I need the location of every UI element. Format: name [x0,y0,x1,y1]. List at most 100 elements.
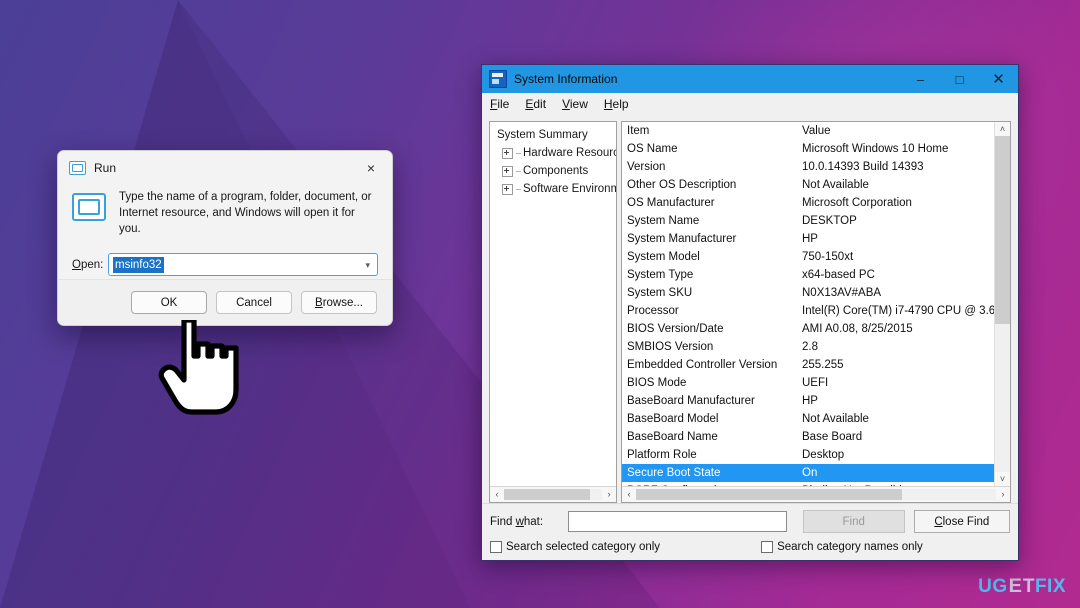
expand-plus-icon[interactable] [502,183,513,195]
tree-item-hardware-resources[interactable]: Hardware Resources [494,144,616,162]
details-list-rows[interactable]: Item Value OS Name Microsoft Windows 10 Hom… [622,122,994,486]
row-value-cell: HP [802,233,818,245]
tree-horizontal-scrollbar[interactable]: ‹ › [490,486,616,502]
row-item-cell: System Manufacturer [627,233,737,245]
expand-plus-icon[interactable] [502,147,513,159]
row-item-cell: Other OS Description [627,179,737,191]
details-horizontal-scrollbar[interactable]: ‹ › [622,486,1010,502]
row-value-cell: Not Available [802,179,869,191]
row-value-cell: Desktop [802,449,845,461]
table-row[interactable]: Embedded Controller Version 255.255 [622,356,994,374]
table-row[interactable]: OS Name Microsoft Windows 10 Home [622,140,994,158]
close-button[interactable]: ✕ [979,65,1018,93]
browse-rest: rowse... [322,296,363,309]
details-vertical-scrollbar[interactable]: ˄ ˅ [994,122,1010,486]
details-column-header[interactable]: Item Value [622,122,994,140]
menu-view-rest: iew [569,97,588,111]
search-category-names-label: Search category names only [777,541,923,553]
find-options-row: Search selected category only Search cat… [490,541,1010,553]
table-row[interactable]: Other OS Description Not Available [622,176,994,194]
details-scroll-up-arrow[interactable]: ˄ [995,122,1010,136]
run-button-row: OK Cancel Browse... [58,279,392,325]
table-row[interactable]: BIOS Version/Date AMI A0.08, 8/25/2015 [622,320,994,338]
table-row[interactable]: SMBIOS Version 2.8 [622,338,994,356]
row-value-cell: Not Available [802,413,869,425]
run-dialog: Run × Type the name of a program, folder… [57,150,393,326]
find-input[interactable] [568,511,787,532]
details-scroll-right-arrow[interactable]: › [996,490,1010,499]
tree-item-system-summary[interactable]: System Summary [494,126,616,144]
close-find-button[interactable]: Close Find [913,510,1010,533]
tree-item-software-environment[interactable]: Software Environment [494,180,616,198]
watermark-t: T [1022,576,1035,597]
menu-edit[interactable]: Edit [525,97,546,111]
sysinfo-titlebar[interactable]: System Information – □ ✕ [482,65,1018,93]
tree-scroll-right-arrow[interactable]: › [602,490,616,499]
find-button[interactable]: Find [802,510,905,533]
table-row[interactable]: BaseBoard Model Not Available [622,410,994,428]
table-row[interactable]: BaseBoard Name Base Board [622,428,994,446]
table-row[interactable]: System Type x64-based PC [622,266,994,284]
table-row[interactable]: OS Manufacturer Microsoft Corporation [622,194,994,212]
ok-button[interactable]: OK [131,291,207,314]
details-scroll-track[interactable] [995,136,1010,472]
table-row[interactable]: System Model 750-150xt [622,248,994,266]
table-row[interactable]: Platform Role Desktop [622,446,994,464]
details-scroll-thumb[interactable] [995,136,1010,325]
menu-view[interactable]: View [562,97,588,111]
menu-help[interactable]: Help [604,97,629,111]
row-item-cell: System Name [627,215,700,227]
table-row[interactable]: Secure Boot State On [622,464,994,482]
table-row[interactable]: BaseBoard Manufacturer HP [622,392,994,410]
table-row[interactable]: System SKU N0X13AV#ABA [622,284,994,302]
search-selected-category-checkbox[interactable] [490,541,502,553]
search-category-names-only-group[interactable]: Search category names only [761,541,923,553]
search-selected-category-label: Search selected category only [506,541,661,553]
table-row[interactable]: Version 10.0.14393 Build 14393 [622,158,994,176]
run-close-icon[interactable]: × [350,151,392,184]
tree-connector [516,188,521,190]
run-open-input-value[interactable]: msinfo32 [113,256,164,273]
table-row[interactable]: System Name DESKTOP [622,212,994,230]
browse-button[interactable]: Browse... [301,291,377,314]
menu-file[interactable]: File [490,97,509,111]
tree-scroll-left-arrow[interactable]: ‹ [490,490,504,499]
search-category-names-checkbox[interactable] [761,541,774,553]
table-row[interactable]: BIOS Mode UEFI [622,374,994,392]
expand-plus-icon[interactable] [502,165,513,177]
find-button-label: Find [842,515,865,528]
run-open-combobox[interactable]: msinfo32 ▾ [108,253,378,276]
tree-item-components[interactable]: Components [494,162,616,180]
tree-connector [516,152,521,154]
browse-accel: B [315,296,323,309]
table-row[interactable]: Processor Intel(R) Core(TM) i7-4790 CPU @… [622,302,994,320]
category-tree-panel: System Summary Hardware Resources Componen… [489,121,617,503]
sysinfo-body: System Summary Hardware Resources Componen… [482,115,1018,503]
row-item-cell: System Model [627,251,700,263]
tree-scroll-track[interactable] [504,489,602,500]
run-open-label: Open: [72,258,104,271]
menu-file-rest: ile [497,97,510,111]
chevron-down-icon[interactable]: ▾ [365,254,370,277]
close-find-accel: C [934,515,943,528]
table-row[interactable]: System Manufacturer HP [622,230,994,248]
menu-help-accel: H [603,97,613,111]
search-selected-category-only-group[interactable]: Search selected category only [490,541,660,553]
cancel-button[interactable]: Cancel [216,291,292,314]
category-tree[interactable]: System Summary Hardware Resources Componen… [490,122,616,486]
row-item-cell: Version [627,161,666,173]
column-header-value: Value [802,125,831,137]
row-value-cell: Microsoft Corporation [802,197,912,209]
run-titlebar[interactable]: Run × [58,151,392,184]
details-scroll-left-arrow[interactable]: ‹ [622,490,636,499]
row-value-cell: 2.8 [802,341,818,353]
run-window-icon [69,160,86,175]
row-value-cell: Base Board [802,431,863,443]
row-value-cell: UEFI [802,377,829,389]
details-hscroll-track[interactable] [636,489,996,500]
minimize-button[interactable]: – [901,65,940,93]
maximize-button[interactable]: □ [940,65,979,93]
tree-scroll-thumb[interactable] [504,489,591,500]
details-hscroll-thumb[interactable] [636,489,903,500]
details-scroll-down-arrow[interactable]: ˅ [995,472,1010,486]
